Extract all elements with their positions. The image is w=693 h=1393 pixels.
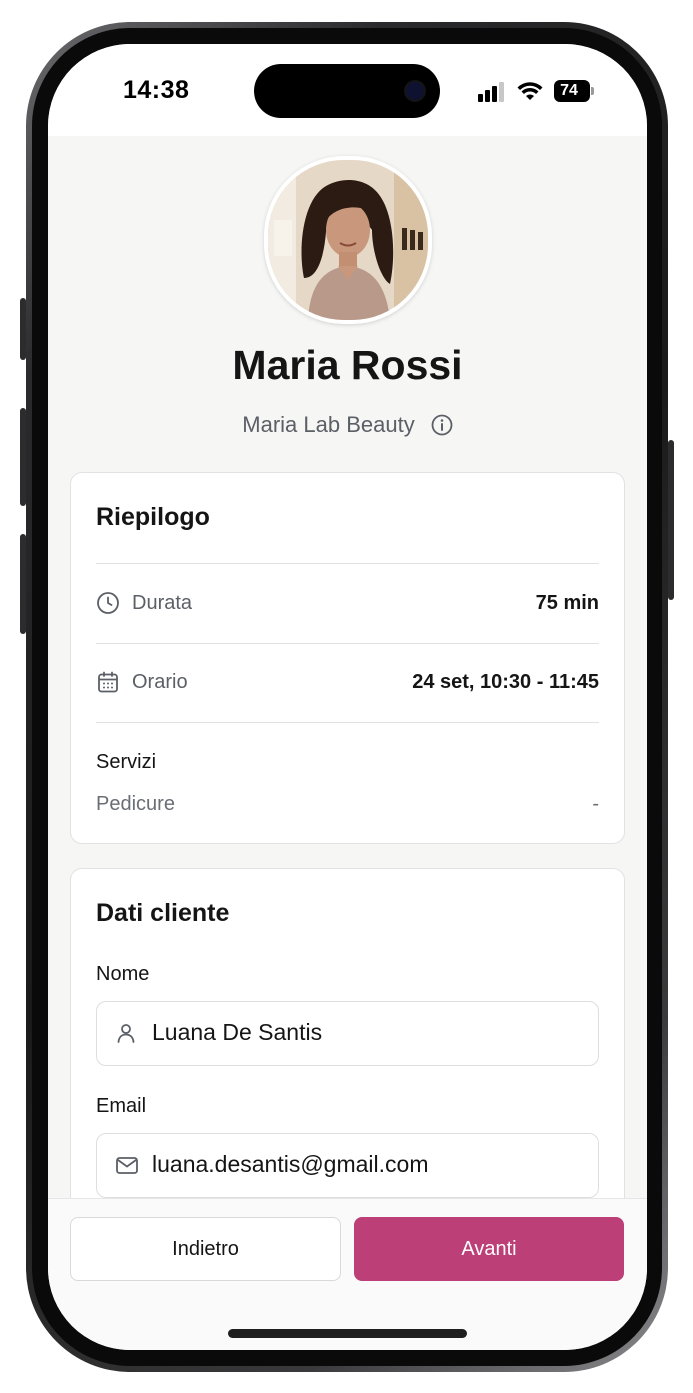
status-time: 14:38 xyxy=(123,76,190,104)
business-row: Maria Lab Beauty xyxy=(48,412,647,438)
avatar-photo xyxy=(268,160,428,320)
divider xyxy=(96,563,599,564)
time-label-row: Orario xyxy=(96,670,188,694)
booking-content[interactable]: Maria Rossi Maria Lab Beauty Riepilogo D… xyxy=(48,136,647,1198)
screen: 14:38 74 Maria Rossi Maria Lab Beauty Ri… xyxy=(48,44,647,1350)
email-field xyxy=(96,1133,599,1198)
name-field xyxy=(96,1001,599,1066)
service-price: - xyxy=(592,793,599,815)
services-label: Servizi xyxy=(96,751,157,773)
divider xyxy=(96,643,599,644)
duration-label: Durata xyxy=(132,591,193,614)
summary-title: Riepilogo xyxy=(96,503,210,531)
service-name: Pedicure xyxy=(96,793,175,815)
mail-icon xyxy=(116,1157,138,1174)
professional-name: Maria Rossi xyxy=(232,342,463,388)
next-button[interactable]: Avanti xyxy=(354,1217,624,1281)
divider xyxy=(96,722,599,723)
clock-icon xyxy=(97,592,119,614)
battery-tip xyxy=(591,87,594,95)
volume-down-button xyxy=(20,534,26,634)
info-icon[interactable] xyxy=(431,414,453,436)
email-label: Email xyxy=(96,1095,147,1117)
summary-card: Riepilogo Durata 75 min Orario 24 set, 1… xyxy=(70,472,625,844)
time-label: Orario xyxy=(132,670,188,693)
battery-icon: 74 xyxy=(554,80,590,102)
time-value: 24 set, 10:30 - 11:45 xyxy=(412,671,599,693)
status-bar: 14:38 74 xyxy=(48,44,647,136)
calendar-icon xyxy=(98,671,118,693)
action-button xyxy=(20,298,26,360)
name-label: Nome xyxy=(96,963,150,985)
user-icon xyxy=(117,1024,135,1043)
name-input[interactable] xyxy=(152,1002,582,1063)
battery-level: 74 xyxy=(560,82,578,99)
business-name: Maria Lab Beauty xyxy=(242,412,415,437)
duration-label-row: Durata xyxy=(96,591,192,615)
client-title: Dati cliente xyxy=(96,899,230,927)
avatar xyxy=(264,156,432,324)
volume-up-button xyxy=(20,408,26,506)
duration-value: 75 min xyxy=(535,592,599,614)
signal-icon xyxy=(478,82,506,102)
dynamic-island xyxy=(254,64,440,118)
power-button xyxy=(668,440,674,600)
back-button[interactable]: Indietro xyxy=(70,1217,341,1281)
footer-actions: Indietro Avanti xyxy=(48,1198,647,1350)
wifi-icon xyxy=(517,82,543,100)
front-camera xyxy=(406,82,424,100)
email-input[interactable] xyxy=(152,1134,582,1195)
home-indicator[interactable] xyxy=(228,1329,467,1338)
client-card: Dati cliente Nome Email xyxy=(70,868,625,1198)
